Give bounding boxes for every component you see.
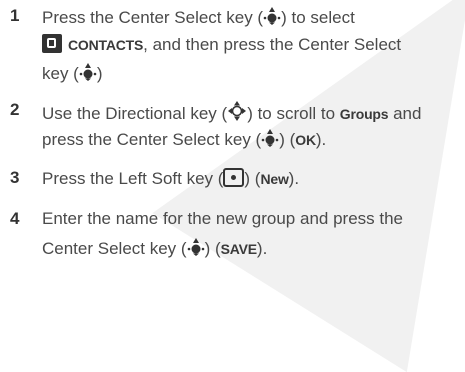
step-text: ) (: [244, 169, 261, 188]
step-text: ).: [288, 169, 300, 188]
center-select-key-icon: [263, 6, 281, 26]
left-soft-key-icon: [223, 168, 245, 187]
center-select-key-icon: [261, 128, 279, 148]
step-number: 2: [10, 100, 20, 119]
step-text: ) to scroll to: [247, 104, 340, 123]
center-select-key-icon: [79, 62, 97, 82]
step-1-line-2: CONTACTS, and then press the Center Sele…: [42, 34, 401, 55]
step-text: ).: [315, 130, 327, 149]
step-text: Press the Left Soft key (: [42, 169, 224, 188]
step-text: and: [388, 104, 422, 123]
step-text: press the Center Select key (: [42, 130, 262, 149]
step-text: ) (: [204, 239, 221, 258]
step-text: Enter the name for the new group and pre…: [42, 209, 404, 228]
step-text: ): [96, 64, 103, 83]
groups-menu-label: Groups: [339, 106, 389, 122]
step-4-line-2: Center Select key ( ) (SAVE).: [42, 237, 267, 259]
center-select-key-icon: [187, 237, 205, 257]
contacts-menu-label: CONTACTS: [68, 37, 144, 53]
step-number: 1: [10, 6, 20, 25]
step-text: ).: [256, 239, 268, 258]
step-text: ) to select: [281, 8, 355, 27]
step-2-line-1: Use the Directional key () to scroll to …: [42, 100, 421, 124]
new-softkey-label: New: [260, 171, 289, 187]
step-text: , and then press the Center Select: [143, 35, 402, 54]
save-softkey-label: SAVE: [220, 241, 257, 257]
step-1-line-1: Press the Center Select key ( ) to select: [42, 6, 355, 28]
step-text: Use the Directional key (: [42, 104, 228, 123]
ok-softkey-label: OK: [295, 132, 316, 148]
step-4-line-1: Enter the name for the new group and pre…: [42, 209, 403, 229]
step-text: key (: [42, 64, 79, 83]
step-text: Press the Center Select key (: [42, 8, 264, 27]
step-2-line-2: press the Center Select key ( ) (OK).: [42, 128, 326, 150]
step-3-line-1: Press the Left Soft key ( ) (New).: [42, 168, 299, 189]
step-number: 4: [10, 209, 20, 228]
step-number: 3: [10, 168, 20, 187]
step-text: ) (: [279, 130, 296, 149]
contacts-icon: [42, 34, 62, 53]
directional-key-icon: [227, 100, 247, 122]
step-1-line-3: key (): [42, 62, 103, 84]
step-text: Center Select key (: [42, 239, 187, 258]
